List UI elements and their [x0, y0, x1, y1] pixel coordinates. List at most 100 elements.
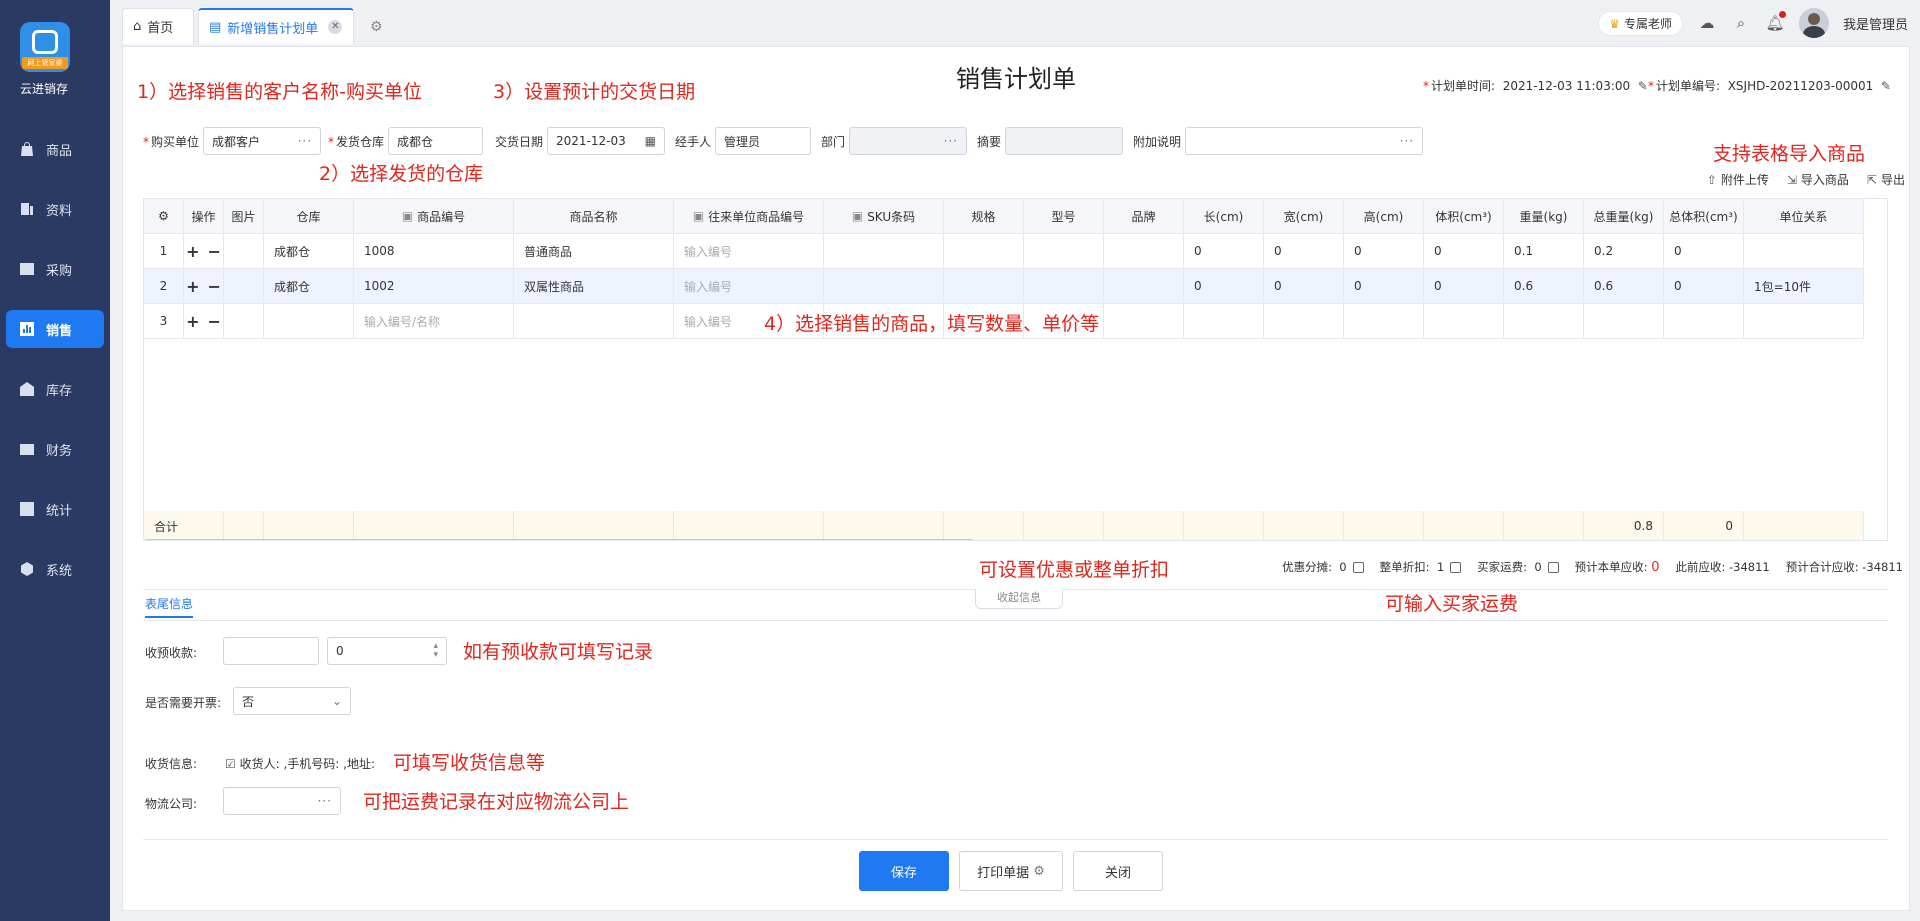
length-cell[interactable] [1184, 304, 1264, 339]
gear-icon: ⚙ [158, 209, 169, 223]
summary-input[interactable] [1005, 127, 1124, 155]
receiver-label: 收货信息: [145, 757, 198, 771]
name-cell[interactable]: 双属性商品 [514, 269, 674, 304]
import-button[interactable]: ⇲ 导入商品 [1787, 171, 1849, 188]
sidebar-item-goods[interactable]: 商品 [6, 130, 104, 168]
brand-cell[interactable] [1104, 234, 1184, 269]
code-cell[interactable]: 1002 [354, 269, 514, 304]
width-cell[interactable] [1264, 304, 1344, 339]
close-icon[interactable]: ✕ [328, 20, 343, 34]
warehouse-input[interactable]: 成都仓 [388, 127, 484, 155]
volume-cell[interactable] [1424, 304, 1504, 339]
add-row-icon[interactable]: + [186, 277, 199, 296]
height-cell[interactable]: 0 [1344, 234, 1424, 269]
image-cell[interactable] [224, 234, 264, 269]
height-cell[interactable]: 0 [1344, 269, 1424, 304]
code-cell[interactable]: 输入编号/名称 [354, 304, 514, 339]
remove-row-icon[interactable]: − [208, 242, 221, 261]
brand-cell[interactable] [1104, 304, 1184, 339]
delivery-date-input[interactable]: 2021-12-03 ▦ [547, 127, 666, 155]
previous-receivable: 此前应收: -34811 [1675, 560, 1770, 574]
warehouse-cell[interactable]: 成都仓 [264, 234, 354, 269]
user-name[interactable]: 我是管理员 [1843, 14, 1908, 33]
sidebar-item-system[interactable]: 系统 [6, 550, 104, 588]
volume-cell[interactable]: 0 [1424, 269, 1504, 304]
collapse-info-button[interactable]: 收起信息 [975, 589, 1063, 609]
length-cell[interactable]: 0 [1184, 269, 1264, 304]
width-cell[interactable]: 0 [1264, 269, 1344, 304]
avatar[interactable] [1798, 8, 1829, 38]
sidebar-item-stats[interactable]: 统计 [6, 490, 104, 528]
table-settings[interactable]: ⚙ [144, 199, 184, 234]
tab-sales-plan[interactable]: ▤ 新增销售计划单 ✕ [198, 8, 354, 44]
sidebar-item-finance[interactable]: 财务 [6, 430, 104, 468]
trend-icon [18, 500, 36, 518]
brand-cell[interactable] [1104, 269, 1184, 304]
handler-input[interactable]: 管理员 [715, 127, 812, 155]
warehouse-cell[interactable] [264, 304, 354, 339]
gear-icon[interactable]: ⚙ [370, 19, 383, 35]
tab-home[interactable]: ⌂ 首页 [122, 8, 194, 44]
note-input[interactable]: ··· [1185, 127, 1424, 155]
whole-discount[interactable]: 整单折扣: 1 [1380, 559, 1462, 575]
edit-icon[interactable]: ✎ [1634, 79, 1648, 93]
sidebar-item-data[interactable]: 资料 [6, 190, 104, 228]
weight-cell[interactable]: 0.6 [1504, 269, 1584, 304]
dept-input[interactable]: ··· [849, 127, 968, 155]
remove-row-icon[interactable]: − [208, 277, 221, 296]
cloud-icon[interactable]: ☁ [1697, 13, 1717, 33]
add-row-icon[interactable]: + [186, 242, 199, 261]
image-cell[interactable] [224, 304, 264, 339]
invoice-select[interactable]: 否 ⌄ [233, 687, 351, 715]
volume-cell[interactable]: 0 [1424, 234, 1504, 269]
sidebar-item-label: 库存 [46, 383, 73, 399]
sidebar-item-inventory[interactable]: 库存 [6, 370, 104, 408]
expert-badge[interactable]: ♛ 专属老师 [1598, 10, 1683, 36]
prepay-amount-input[interactable]: 0 ▴ ▾ [327, 637, 447, 665]
partner-code-cell[interactable]: 输入编号 [674, 234, 824, 269]
name-cell[interactable] [514, 304, 674, 339]
image-cell[interactable] [224, 269, 264, 304]
sku-cell[interactable] [824, 234, 944, 269]
search-icon[interactable]: ⌕ [1731, 13, 1751, 33]
upload-button[interactable]: ⇧ 附件上传 [1707, 171, 1769, 188]
length-cell[interactable]: 0 [1184, 234, 1264, 269]
close-button[interactable]: 关闭 [1073, 851, 1163, 891]
remove-row-icon[interactable]: − [208, 312, 221, 331]
edit-icon[interactable]: ✎ [1877, 79, 1891, 93]
print-button[interactable]: 打印单据 ⚙ [959, 851, 1063, 891]
spec-cell[interactable] [944, 234, 1024, 269]
name-cell[interactable]: 普通商品 [514, 234, 674, 269]
header-cell: 仓库 [264, 199, 354, 234]
add-row-icon[interactable]: + [186, 312, 199, 331]
width-cell[interactable]: 0 [1264, 234, 1344, 269]
header-cell: 型号 [1024, 199, 1104, 234]
model-cell[interactable] [1024, 269, 1104, 304]
bell-icon[interactable]: 🔔︎ [1765, 11, 1786, 33]
discount-share[interactable]: 优惠分摊: 0 [1282, 559, 1364, 575]
buyer-freight[interactable]: 买家运费: 0 [1477, 559, 1559, 575]
warehouse-cell[interactable]: 成都仓 [264, 269, 354, 304]
sidebar-item-purchase[interactable]: 采购 [6, 250, 104, 288]
export-button[interactable]: ⇱ 导出 [1867, 171, 1905, 188]
sidebar-item-sales[interactable]: 销售 [6, 310, 104, 348]
weight-cell[interactable]: 0.1 [1504, 234, 1584, 269]
receiver-info[interactable]: ☑ 收货人: ,手机号码: ,地址: [225, 755, 375, 772]
height-cell[interactable] [1344, 304, 1424, 339]
header-cell: 重量(kg) [1504, 199, 1584, 234]
code-cell[interactable]: 1008 [354, 234, 514, 269]
model-cell[interactable] [1024, 234, 1104, 269]
partner-code-cell[interactable]: 输入编号 [674, 269, 824, 304]
header-cell: 品牌 [1104, 199, 1184, 234]
spec-cell[interactable] [944, 269, 1024, 304]
save-button[interactable]: 保存 [859, 851, 949, 891]
main-panel: 销售计划单 * 计划单时间: 2021-12-03 11:03:00 ✎ * 计划单… [122, 46, 1910, 911]
buyer-input[interactable]: 成都客户 ··· [203, 127, 322, 155]
prepay-account-input[interactable] [223, 637, 319, 665]
dept-field: 部门 ··· [821, 127, 968, 155]
logistics-input[interactable]: ··· [223, 787, 341, 815]
tab-footer-info[interactable]: 表尾信息 [145, 595, 194, 618]
sku-cell[interactable] [824, 269, 944, 304]
weight-cell[interactable] [1504, 304, 1584, 339]
horizontal-scrollbar[interactable] [144, 539, 974, 540]
